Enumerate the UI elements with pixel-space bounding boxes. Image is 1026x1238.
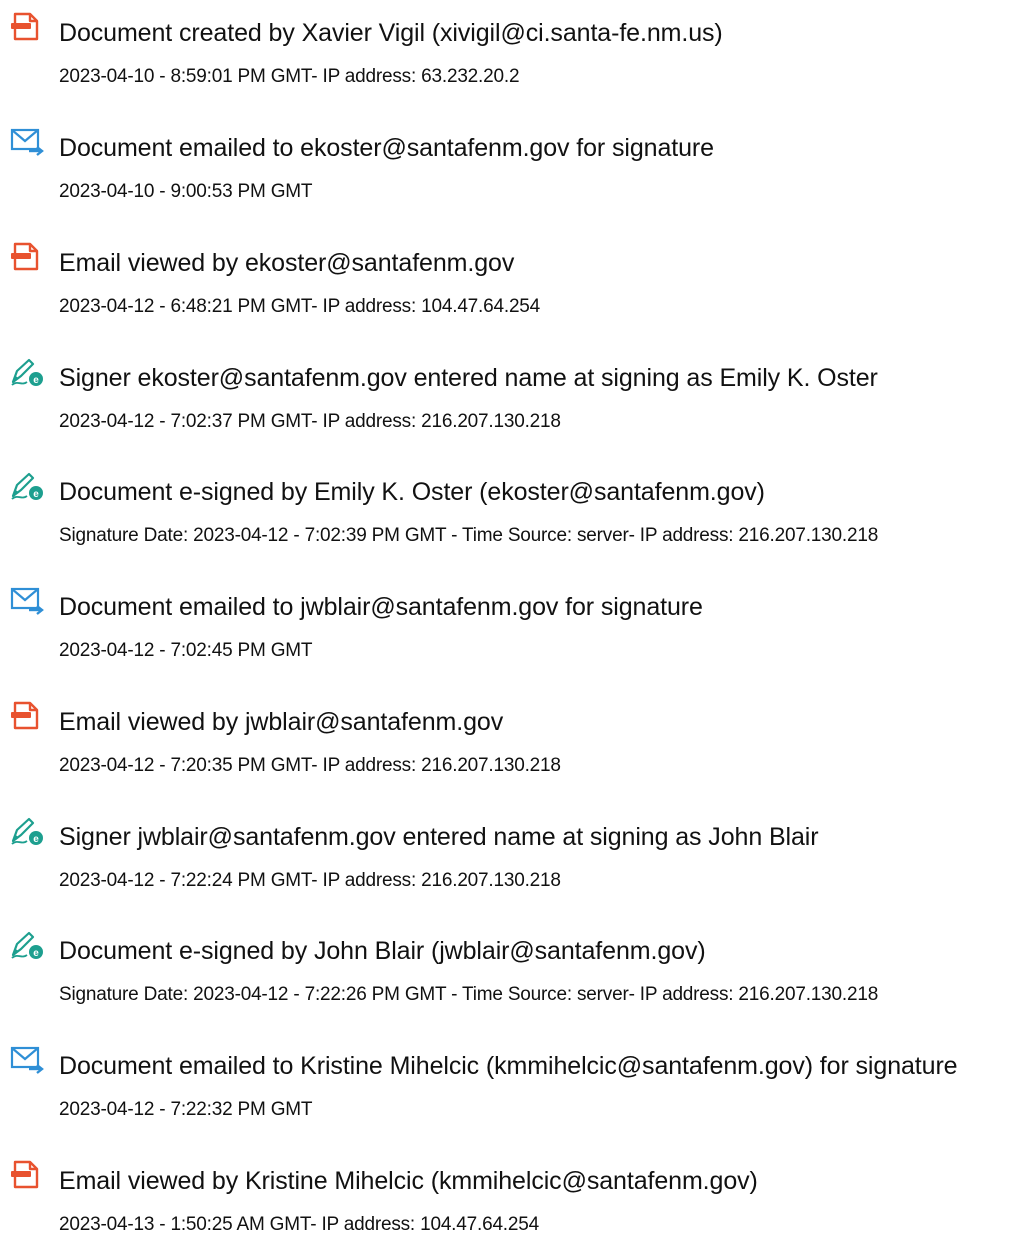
event-detail: 2023-04-10 - 8:59:01 PM GMT- IP address:… <box>59 66 520 87</box>
email-sent-icon <box>9 125 45 157</box>
document-viewed-icon <box>9 240 45 272</box>
event-title: Document e-signed by John Blair (jwblair… <box>59 937 706 965</box>
audit-event: Document created by Xavier Vigil (xivigi… <box>0 10 1026 90</box>
event-detail: 2023-04-12 - 7:22:32 PM GMT <box>59 1099 313 1120</box>
event-title: Document created by Xavier Vigil (xivigi… <box>59 19 723 47</box>
event-title: Document emailed to jwblair@santafenm.go… <box>59 593 703 621</box>
svg-text:e: e <box>33 948 39 959</box>
event-detail: 2023-04-12 - 7:22:24 PM GMT- IP address:… <box>59 870 561 891</box>
event-detail: Signature Date: 2023-04-12 - 7:22:26 PM … <box>59 984 879 1005</box>
event-detail: 2023-04-12 - 7:02:45 PM GMT <box>59 640 313 661</box>
document-viewed-icon <box>9 1158 45 1190</box>
document-viewed-icon <box>9 699 45 731</box>
audit-event: Email viewed by jwblair@santafenm.gov 20… <box>0 699 1026 779</box>
audit-event: Email viewed by Kristine Mihelcic (kmmih… <box>0 1158 1026 1238</box>
email-sent-icon <box>9 1043 45 1075</box>
event-detail: 2023-04-12 - 7:02:37 PM GMT- IP address:… <box>59 411 561 432</box>
esign-pen-icon: e <box>9 928 45 960</box>
event-title: Document emailed to Kristine Mihelcic (k… <box>59 1052 958 1080</box>
esign-pen-icon: e <box>9 814 45 846</box>
email-sent-icon <box>9 584 45 616</box>
event-detail: 2023-04-13 - 1:50:25 AM GMT- IP address:… <box>59 1214 539 1235</box>
event-title: Signer ekoster@santafenm.gov entered nam… <box>59 364 878 392</box>
event-title: Email viewed by ekoster@santafenm.gov <box>59 249 515 277</box>
esign-pen-icon: e <box>9 469 45 501</box>
event-title: Document e-signed by Emily K. Oster (eko… <box>59 478 765 506</box>
audit-event: Document emailed to ekoster@santafenm.go… <box>0 125 1026 205</box>
event-detail: 2023-04-10 - 9:00:53 PM GMT <box>59 181 313 202</box>
svg-text:e: e <box>33 375 39 386</box>
event-title: Email viewed by Kristine Mihelcic (kmmih… <box>59 1167 758 1195</box>
event-detail: 2023-04-12 - 7:20:35 PM GMT- IP address:… <box>59 755 561 776</box>
svg-text:e: e <box>33 834 39 845</box>
event-detail: 2023-04-12 - 6:48:21 PM GMT- IP address:… <box>59 296 541 317</box>
audit-event: e Document e-signed by John Blair (jwbla… <box>0 928 1026 1008</box>
audit-event: e Signer ekoster@santafenm.gov entered n… <box>0 355 1026 435</box>
event-title: Document emailed to ekoster@santafenm.go… <box>59 134 714 162</box>
audit-event: Document emailed to jwblair@santafenm.go… <box>0 584 1026 664</box>
audit-event: e Signer jwblair@santafenm.gov entered n… <box>0 814 1026 894</box>
audit-trail-list: Document created by Xavier Vigil (xivigi… <box>0 0 1026 1235</box>
audit-event: Document emailed to Kristine Mihelcic (k… <box>0 1043 1026 1123</box>
document-created-icon <box>9 10 45 42</box>
audit-event: Email viewed by ekoster@santafenm.gov 20… <box>0 240 1026 320</box>
event-title: Email viewed by jwblair@santafenm.gov <box>59 708 504 736</box>
svg-text:e: e <box>33 489 39 500</box>
event-title: Signer jwblair@santafenm.gov entered nam… <box>59 823 819 851</box>
esign-pen-icon: e <box>9 355 45 387</box>
audit-event: e Document e-signed by Emily K. Oster (e… <box>0 469 1026 549</box>
event-detail: Signature Date: 2023-04-12 - 7:02:39 PM … <box>59 525 879 546</box>
